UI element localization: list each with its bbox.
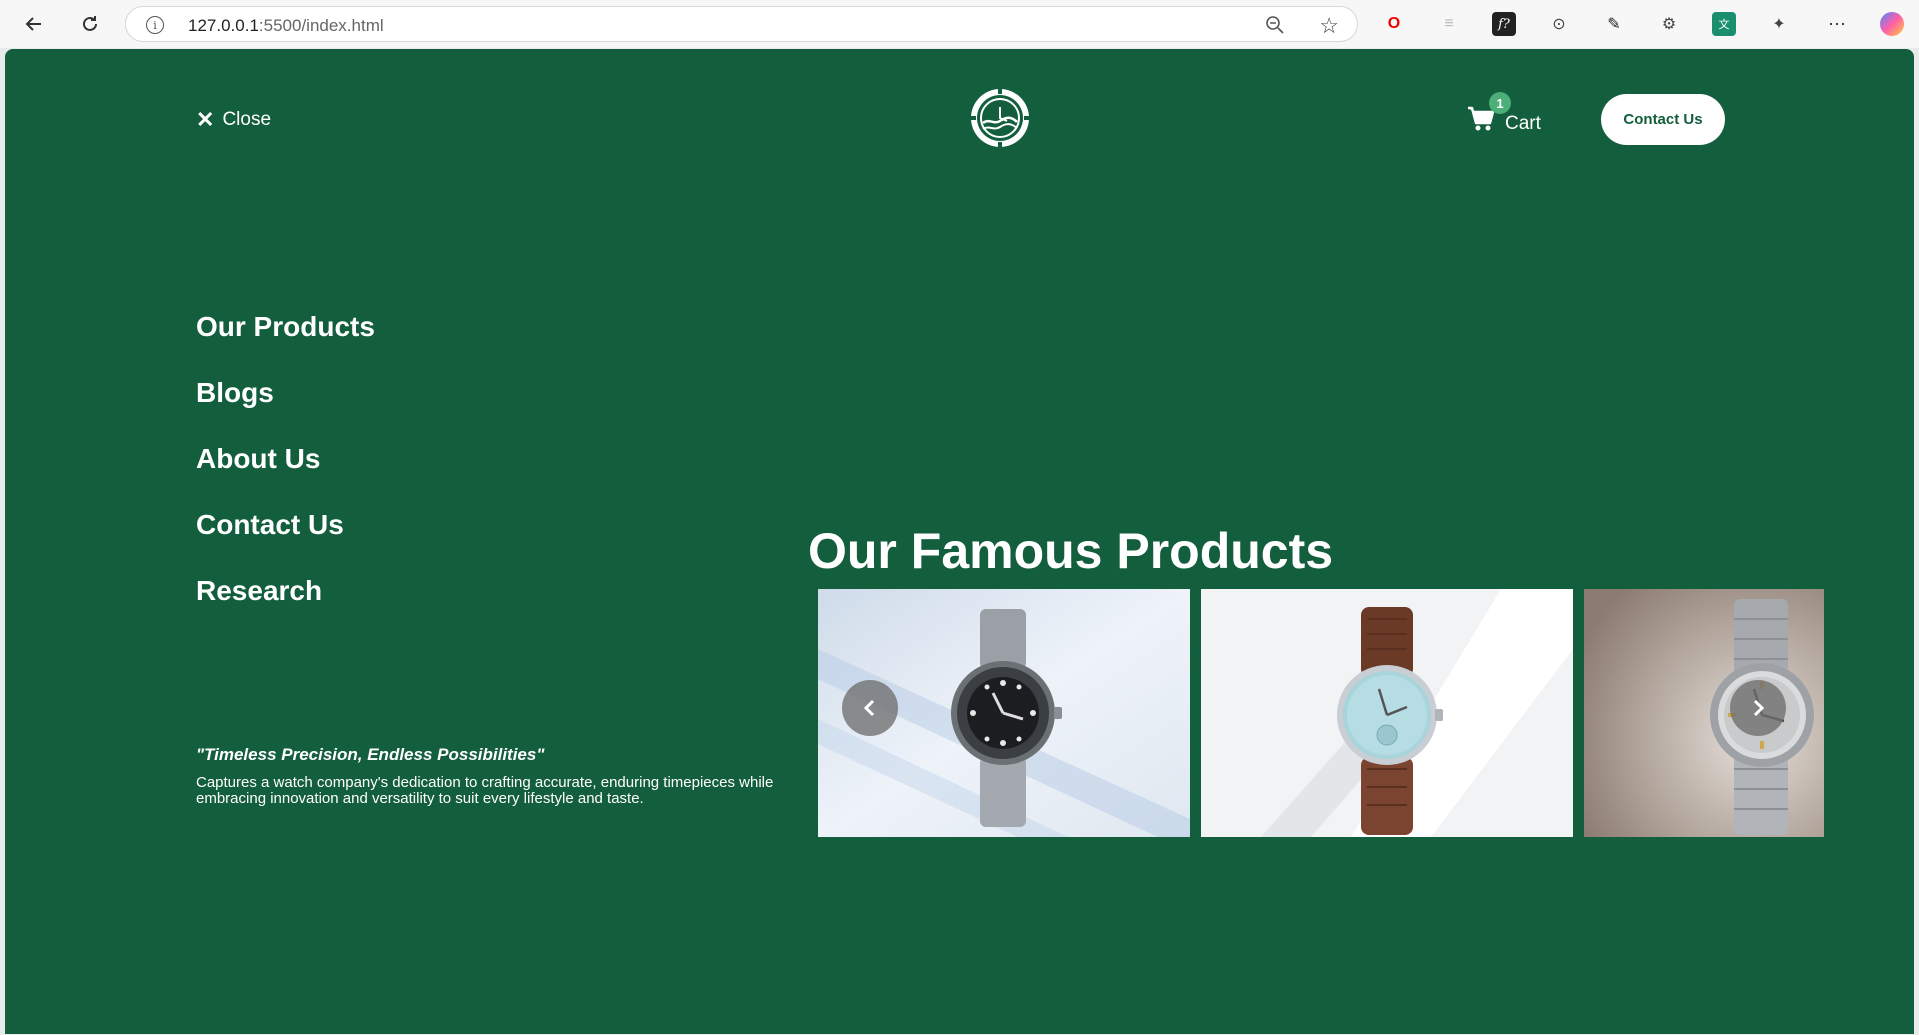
eyedropper-icon[interactable]: ✎ (1602, 12, 1626, 36)
tagline-description: Captures a watch company's dedication to… (196, 774, 774, 807)
reload-icon[interactable] (76, 10, 104, 38)
code-extension-icon[interactable]: ⊙ (1547, 12, 1571, 36)
tagline-quote: "Timeless Precision, Endless Possibiliti… (196, 745, 545, 764)
menu-item-research[interactable]: Research (196, 575, 375, 641)
close-label: Close (222, 109, 272, 130)
tagline-block: "Timeless Precision, Endless Possibiliti… (196, 745, 786, 807)
bot-extension-icon[interactable]: ⚙ (1657, 12, 1681, 36)
extension-icon[interactable]: ≡ (1437, 12, 1461, 36)
close-icon: ✕ (196, 107, 215, 132)
favorite-star-icon[interactable]: ☆ (1319, 13, 1339, 39)
cart-button[interactable]: 1 Cart (1467, 92, 1541, 138)
close-menu-button[interactable]: ✕ Close (196, 109, 271, 131)
address-bar[interactable]: i 127.0.0.1:5500/index.html ☆ (125, 6, 1358, 42)
browser-toolbar: i 127.0.0.1:5500/index.html ☆ O ≡ f? ⊙ ✎… (0, 0, 1919, 48)
menu-item-our-products[interactable]: Our Products (196, 311, 375, 377)
back-icon[interactable] (20, 10, 48, 38)
product-carousel (818, 589, 1824, 837)
cart-count-badge: 1 (1489, 92, 1511, 114)
product-card-silver-steel-watch[interactable] (1584, 589, 1824, 837)
opera-extension-icon[interactable]: O (1382, 12, 1406, 36)
cart-label: Cart (1505, 113, 1541, 134)
menu-overlay: ✕ Close 1 Cart Contact Us Our Products B… (5, 49, 1914, 1034)
chevron-left-icon (863, 699, 875, 717)
cart-icon (1467, 106, 1495, 138)
menu-item-about-us[interactable]: About Us (196, 443, 375, 509)
menu-item-contact-us[interactable]: Contact Us (196, 509, 375, 575)
chevron-right-icon (1753, 699, 1765, 717)
contact-us-button[interactable]: Contact Us (1601, 94, 1725, 145)
copilot-icon[interactable] (1880, 12, 1904, 36)
carousel-next-button[interactable] (1730, 680, 1786, 736)
brand-logo[interactable] (969, 87, 1031, 149)
fonts-extension-icon[interactable]: f? (1492, 12, 1516, 36)
url-text[interactable]: 127.0.0.1:5500/index.html (188, 16, 384, 36)
carousel-prev-button[interactable] (842, 680, 898, 736)
translate-extension-icon[interactable]: 文 (1712, 12, 1736, 36)
site-info-icon[interactable]: i (146, 16, 164, 34)
menu-item-blogs[interactable]: Blogs (196, 377, 375, 443)
main-menu: Our Products Blogs About Us Contact Us R… (196, 311, 375, 641)
products-heading: Our Famous Products (808, 523, 1334, 579)
product-card-blue-dial-leather-watch[interactable] (1201, 589, 1573, 837)
extensions-puzzle-icon[interactable]: ✦ (1767, 12, 1791, 36)
zoom-icon[interactable] (1265, 15, 1285, 40)
more-menu-icon[interactable]: ⋯ (1825, 12, 1849, 36)
